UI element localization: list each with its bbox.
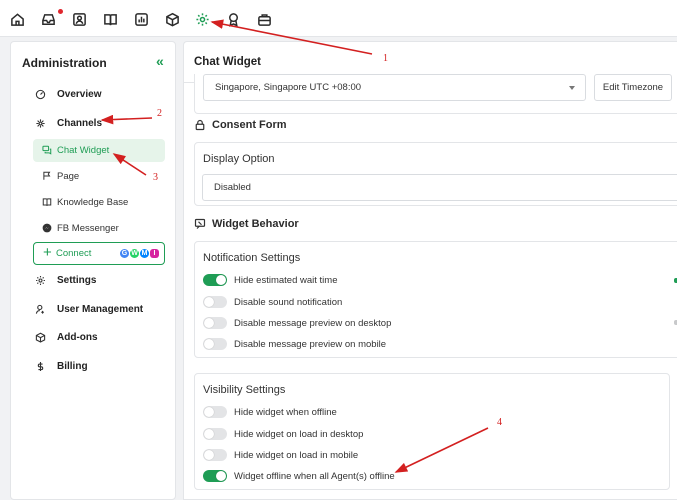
- contacts-icon[interactable]: [70, 10, 88, 28]
- sidebar-item-settings[interactable]: Settings: [35, 271, 96, 289]
- timezone-select[interactable]: Singapore, Singapore UTC +08:00: [203, 74, 586, 101]
- whatsapp-icon: W: [130, 249, 139, 258]
- sidebar-title: Administration: [22, 56, 107, 70]
- award-icon[interactable]: [224, 10, 242, 28]
- google-icon: G: [120, 249, 129, 258]
- settings-gear-icon[interactable]: [193, 10, 211, 28]
- instagram-icon: I: [150, 249, 159, 258]
- display-option-select[interactable]: Disabled: [202, 174, 677, 201]
- admin-sidebar: Administration « Overview Channels Chat …: [10, 41, 176, 500]
- display-option-label: Display Option: [203, 153, 275, 165]
- knowledge-book-icon[interactable]: [101, 10, 119, 28]
- notification-settings-label: Notification Settings: [203, 252, 301, 264]
- sidebar-item-addons[interactable]: Add-ons: [35, 328, 98, 346]
- toggle-row[interactable]: Widget offline when all Agent(s) offline: [203, 469, 395, 483]
- edit-timezone-button[interactable]: Edit Timezone: [594, 74, 672, 101]
- disable-preview-desktop-toggle[interactable]: [203, 317, 227, 329]
- home-icon[interactable]: [8, 10, 26, 28]
- visibility-settings-card: Visibility Settings Hide widget when off…: [194, 373, 670, 490]
- chevron-down-icon: [569, 85, 575, 90]
- timezone-card: Singapore, Singapore UTC +08:00 Edit Tim…: [194, 74, 677, 114]
- consent-form-heading: Consent Form: [194, 117, 287, 133]
- notification-dot: [58, 9, 63, 14]
- sidebar-item-user-management[interactable]: User Management: [35, 300, 143, 318]
- sidebar-item-overview[interactable]: Overview: [35, 85, 101, 103]
- display-option-card: Display Option Disabled: [194, 142, 677, 206]
- widget-icon: [194, 218, 206, 229]
- widget-behavior-heading: Widget Behavior: [194, 216, 299, 232]
- toggle-row[interactable]: Hide widget on load in mobile: [203, 448, 358, 462]
- collapse-sidebar-button[interactable]: «: [156, 53, 164, 69]
- flag-icon: [43, 171, 51, 180]
- hide-on-load-desktop-toggle[interactable]: [203, 428, 227, 440]
- toggle-row[interactable]: Disable sound notification: [203, 295, 342, 309]
- sidebar-item-chat-widget[interactable]: Chat Widget: [42, 141, 109, 159]
- toggle-row[interactable]: Hide widget on load in desktop: [203, 427, 363, 441]
- top-nav: [0, 0, 677, 37]
- disable-sound-toggle[interactable]: [203, 296, 227, 308]
- hide-wait-time-toggle[interactable]: [203, 274, 227, 286]
- connect-channel-button[interactable]: + Connect G W M I: [33, 242, 165, 265]
- user-icon: [35, 304, 44, 314]
- chat-widget-panel: Chat Widget Singapore, Singapore UTC +08…: [183, 41, 677, 500]
- messenger-brand-icon: M: [140, 249, 149, 258]
- lock-icon: [195, 119, 205, 131]
- annotation-number-1: 1: [383, 53, 388, 64]
- offline-when-agents-offline-toggle[interactable]: [203, 470, 227, 482]
- channels-icon: [36, 118, 45, 128]
- sidebar-item-knowledge-base[interactable]: Knowledge Base: [42, 193, 128, 211]
- toggle-row[interactable]: Disable message preview on mobile: [203, 337, 386, 351]
- chat-icon: [42, 145, 52, 155]
- hide-when-offline-toggle[interactable]: [203, 406, 227, 418]
- dollar-icon: [37, 361, 44, 371]
- book-icon: [42, 198, 52, 206]
- page-title: Chat Widget: [194, 56, 261, 68]
- messenger-icon: [42, 223, 52, 233]
- toggle-row[interactable]: Disable message preview on desktop: [203, 316, 391, 330]
- sidebar-item-billing[interactable]: Billing: [35, 357, 88, 375]
- annotation-number-3: 3: [153, 172, 158, 183]
- sidebar-item-page[interactable]: Page: [42, 167, 79, 185]
- toggle-row[interactable]: Hide estimated wait time: [203, 273, 337, 287]
- addons-package-icon: [35, 332, 46, 343]
- annotation-number-2: 2: [157, 108, 162, 119]
- briefcase-icon[interactable]: [255, 10, 273, 28]
- settings-icon: [36, 275, 45, 285]
- package-icon[interactable]: [163, 10, 181, 28]
- reports-icon[interactable]: [132, 10, 150, 28]
- overview-icon: [35, 89, 46, 99]
- plus-icon: +: [43, 244, 52, 261]
- annotation-number-4: 4: [497, 417, 502, 428]
- notification-settings-card: Notification Settings Hide estimated wai…: [194, 241, 677, 358]
- visibility-settings-label: Visibility Settings: [203, 384, 286, 396]
- sidebar-item-fb-messenger[interactable]: FB Messenger: [42, 219, 119, 237]
- inbox-icon[interactable]: [39, 10, 57, 28]
- hide-on-load-mobile-toggle[interactable]: [203, 449, 227, 461]
- toggle-row[interactable]: Hide widget when offline: [203, 405, 337, 419]
- sidebar-item-channels[interactable]: Channels: [35, 114, 102, 132]
- disable-preview-mobile-toggle[interactable]: [203, 338, 227, 350]
